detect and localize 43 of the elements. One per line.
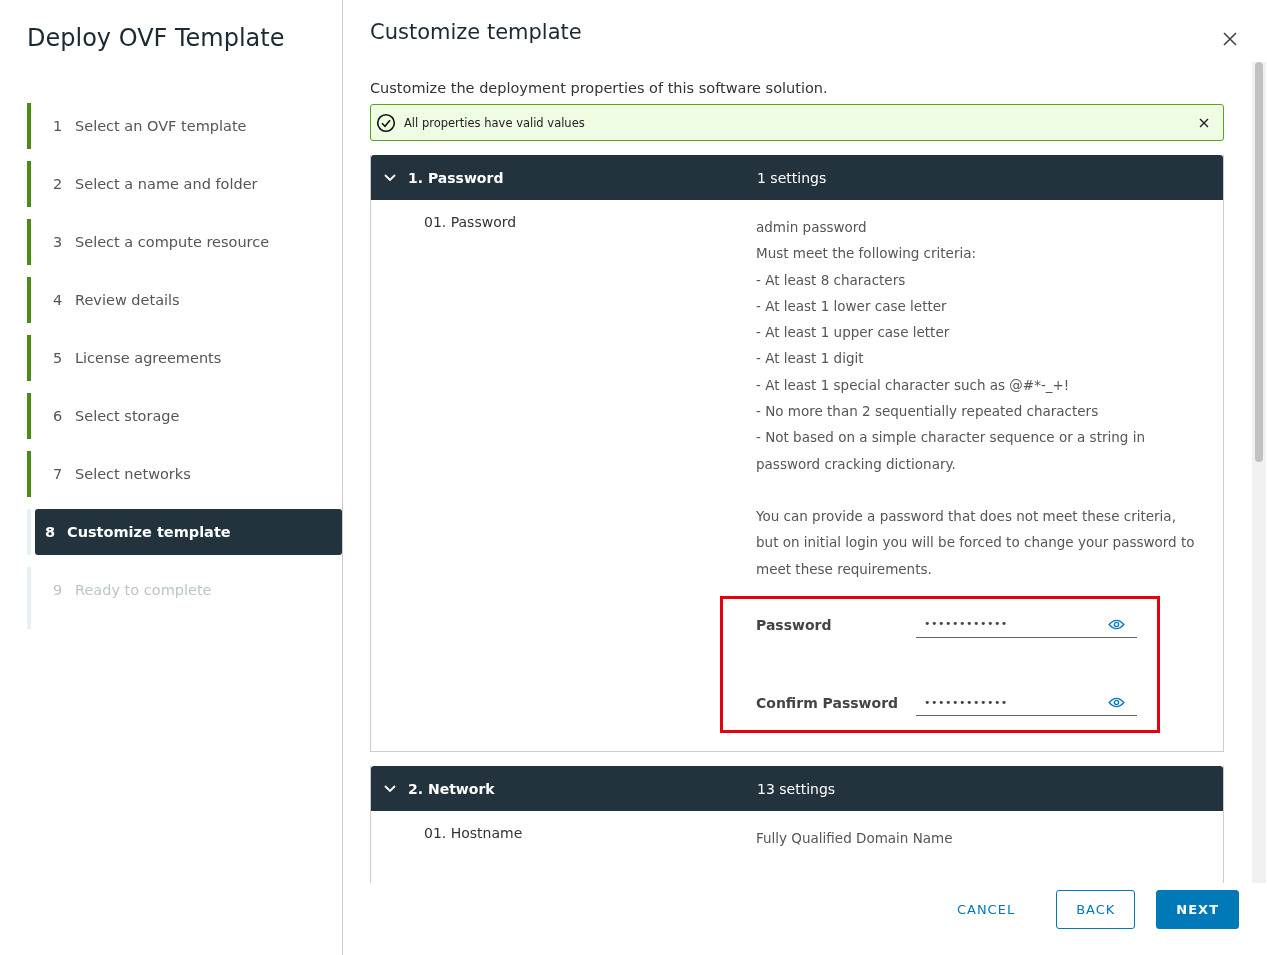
check-circle-icon (376, 112, 396, 133)
wizard-step[interactable]: 1 Select an OVF template (35, 103, 342, 149)
section-header[interactable]: 2. Network 13 settings (371, 766, 1223, 812)
settings-count: 1 settings (757, 169, 827, 186)
property-description: - At least 1 lower case letter (756, 296, 948, 316)
field-label: Confirm Password (756, 694, 900, 714)
wizard-title: Deploy OVF Template (26, 23, 286, 54)
property-description: Fully Qualified Domain Name (756, 829, 954, 849)
property-name: 01. Password (423, 214, 518, 232)
property-description: - At least 1 digit (756, 349, 865, 369)
show-password-icon[interactable] (1108, 618, 1125, 630)
page-subtitle: Customize the deployment properties of this software solution. (370, 80, 829, 96)
chevron-down-icon (384, 784, 396, 793)
property-description: - At least 1 upper case letter (756, 323, 951, 343)
wizard-step[interactable]: 8 Customize template (35, 509, 342, 555)
wizard-step[interactable]: 4 Review details (35, 277, 342, 323)
chevron-down-icon (384, 173, 396, 182)
property-description: - Not based on a simple character sequence or a string in password cracking dictionary. (756, 428, 1146, 474)
password-field[interactable]: •••••••••••• (916, 690, 1137, 717)
next-button[interactable]: NEXT (1156, 889, 1239, 929)
section-header[interactable]: 1. Password 1 settings (371, 155, 1223, 200)
password-field[interactable]: •••••••••••• (916, 611, 1137, 638)
property-description: Must meet the following criteria: (756, 244, 978, 264)
property-description: - At least 1 special character such as @#*-_+! (756, 375, 1071, 395)
wizard-step[interactable]: 7 Select networks (35, 451, 342, 497)
back-button[interactable]: BACK (1056, 889, 1136, 929)
section-title: 1. Password (408, 169, 504, 186)
page-title: Customize template (370, 20, 582, 46)
section-title: 2. Network (408, 780, 495, 797)
property-description: - No more than 2 sequentially repeated characters (756, 402, 1100, 422)
property-description: admin password (756, 218, 868, 237)
scrollbar[interactable] (1252, 62, 1266, 883)
show-password-icon[interactable] (1108, 697, 1125, 709)
property-note: You can provide a password that does not meet these criteria, but on initial login you will be forced to change your password to meet these requirements. (756, 506, 1196, 579)
wizard-step[interactable]: 3 Select a compute resource (35, 219, 342, 265)
wizard-step[interactable]: 5 License agreements (35, 335, 342, 381)
wizard-step[interactable]: 6 Select storage (35, 393, 342, 439)
property-name: 01. Hostname (423, 825, 524, 844)
property-description: - At least 8 characters (756, 270, 907, 290)
field-label: Password (756, 615, 833, 635)
settings-count: 13 settings (757, 780, 836, 797)
alert-message: All properties have valid values (404, 115, 586, 130)
wizard-step[interactable]: 2 Select a name and folder (35, 161, 342, 207)
